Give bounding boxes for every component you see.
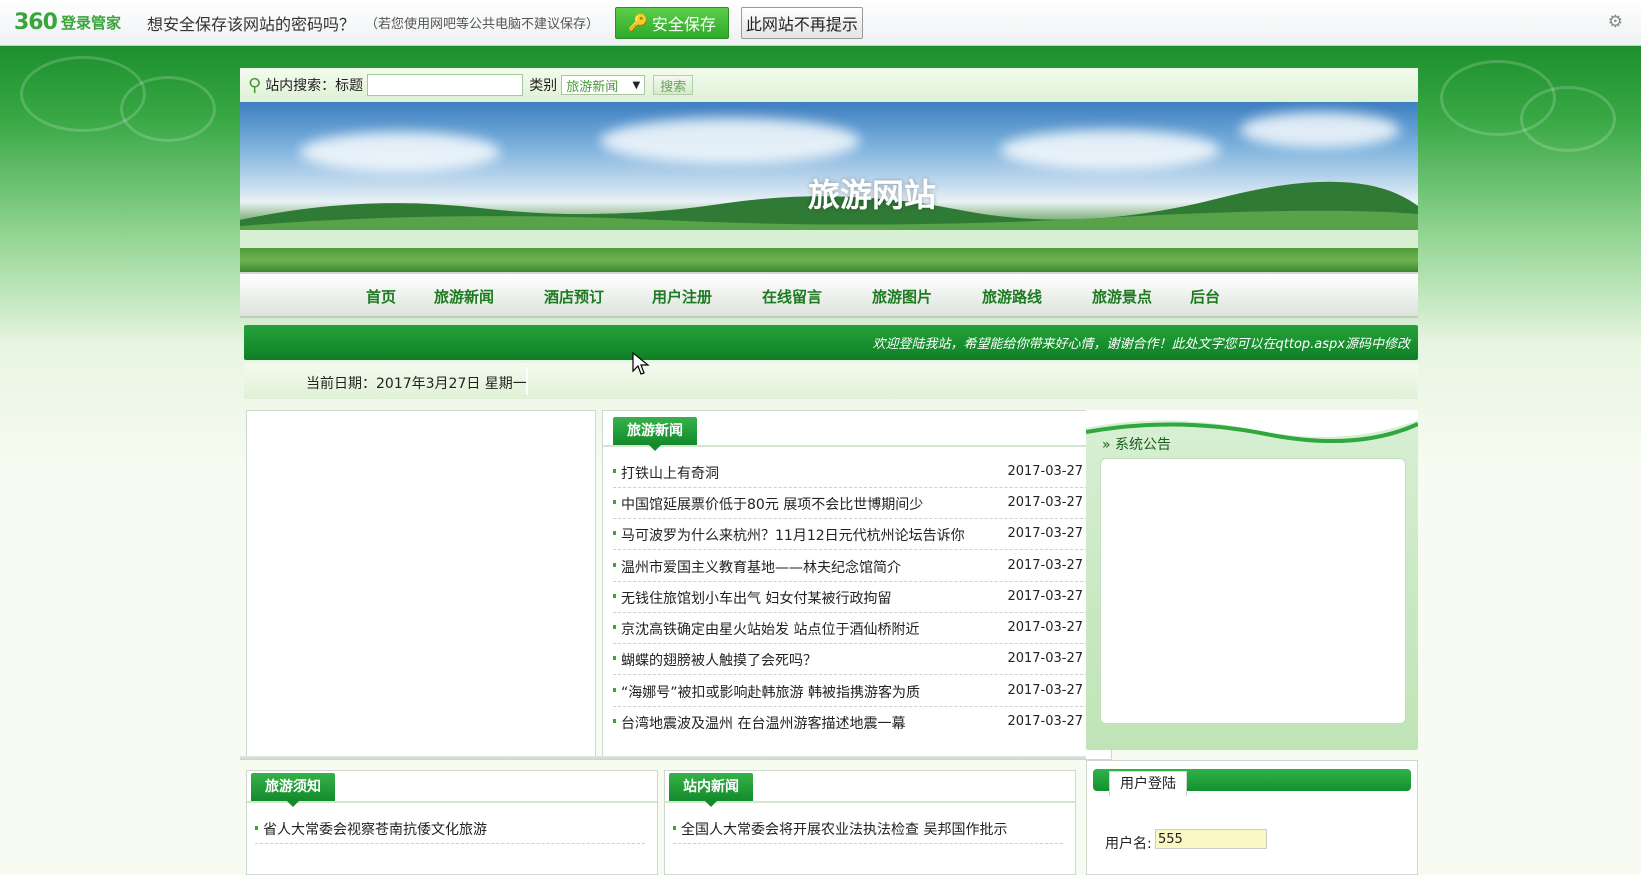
site-container: ⚲ 站内搜索：标题 类别 旅游新闻 ▼ 搜索 旅游网站 首页 旅游新闻 酒店预订… — [240, 68, 1418, 875]
news-date: 2017-03-27 — [1007, 651, 1083, 666]
image-slider-panel — [246, 410, 596, 760]
news-title: 无钱住旅馆划小车出气 妇女付某被行政拘留 — [621, 591, 892, 607]
key-icon: 🔑 — [627, 13, 648, 32]
login-tab: 用户登陆 — [1109, 771, 1187, 796]
search-label: 站内搜索：标题 — [265, 78, 364, 94]
nav-hotel-booking[interactable]: 酒店预订 — [544, 286, 604, 307]
safe-save-label: 安全保存 — [651, 14, 716, 34]
save-hint: （若您使用网吧等公共电脑不建议保存） — [364, 17, 599, 32]
site-search-bar: ⚲ 站内搜索：标题 类别 旅游新闻 ▼ 搜索 — [240, 68, 1418, 102]
notice-title: » 系统公告 — [1102, 437, 1172, 453]
news-date: 2017-03-27 — [1007, 589, 1083, 604]
travel-notes-tab[interactable]: 旅游须知 — [251, 773, 335, 807]
travel-news-tab[interactable]: 旅游新闻 — [613, 417, 697, 451]
travel-news-panel: 旅游新闻 打铁山上有奇洞 2017-03-27 中国馆延展票价低于80元 展项不会… — [602, 410, 1112, 760]
nav-attractions[interactable]: 旅游景点 — [1092, 286, 1152, 307]
news-item[interactable]: 中国馆延展票价低于80元 展项不会比世博期间少 2017-03-27 — [613, 488, 1093, 519]
marquee-text: 欢迎登陆我站，希望能给你带来好心情，谢谢合作！此处文字您可以在qttop.asp… — [872, 337, 1410, 352]
tab-underline — [247, 801, 657, 803]
date-bar: 当前日期：2017年3月27日 星期一 — [244, 363, 1418, 399]
news-title: 京沈高铁确定由星火站始发 站点位于酒仙桥附近 — [621, 622, 920, 638]
never-remind-button[interactable]: 此网站不再提示 — [740, 6, 863, 39]
date-separator — [526, 367, 528, 395]
news-date: 2017-03-27 — [1007, 714, 1083, 729]
news-title: 打铁山上有奇洞 — [621, 466, 719, 482]
news-item[interactable]: 京沈高铁确定由星火站始发 站点位于酒仙桥附近 2017-03-27 — [613, 613, 1093, 644]
news-date: 2017-03-27 — [1007, 495, 1083, 510]
password-save-bar: 360 登录管家 想安全保存该网站的密码吗？ （若您使用网吧等公共电脑不建议保存… — [0, 0, 1641, 46]
magnifier-icon: ⚲ — [248, 74, 262, 96]
mouse-cursor-icon — [632, 352, 650, 375]
news-item[interactable]: 马可波罗为什么来杭州？11月12日元代杭州论坛告诉你 2017-03-27 — [613, 519, 1093, 550]
news-date: 2017-03-27 — [1007, 620, 1083, 635]
news-date: 2017-03-27 — [1007, 558, 1083, 573]
site-news-panel: 站内新闻 全国人大常委会将开展农业法执法检查 吴邦国作批示 — [664, 770, 1076, 875]
search-title-input[interactable] — [367, 74, 524, 96]
news-title: 台湾地震波及温州 在台温州游客描述地震一幕 — [621, 716, 906, 732]
search-button[interactable]: 搜索 — [653, 75, 694, 95]
notice-content — [1100, 458, 1406, 724]
360-logo: 360 — [14, 10, 58, 35]
nav-user-register[interactable]: 用户注册 — [652, 286, 712, 307]
news-title: “海娜号”被扣或影响赴韩旅游 韩被指携游客为质 — [621, 685, 920, 701]
main-nav: 首页 旅游新闻 酒店预订 用户注册 在线留言 旅游图片 旅游路线 旅游景点 后台 — [240, 272, 1418, 318]
news-title: 蝴蝶的翅膀被人触摸了会死吗？ — [621, 653, 817, 669]
news-item[interactable]: 无钱住旅馆划小车出气 妇女付某被行政拘留 2017-03-27 — [613, 582, 1093, 613]
gear-icon[interactable]: ⚙ — [1608, 12, 1623, 32]
list-item-title: 全国人大常委会将开展农业法执法检查 吴邦国作批示 — [681, 822, 1008, 838]
save-question: 想安全保存该网站的密码吗？ — [146, 14, 355, 34]
username-input[interactable]: 555 — [1155, 829, 1267, 849]
welcome-marquee: 欢迎登陆我站，希望能给你带来好心情，谢谢合作！此处文字您可以在qttop.asp… — [244, 325, 1418, 360]
category-label: 类别 — [529, 78, 558, 94]
tab-underline — [665, 801, 1075, 803]
travel-notes-panel: 旅游须知 省人大常委会视察苍南抗倭文化旅游 — [246, 770, 658, 875]
nav-travel-routes[interactable]: 旅游路线 — [982, 286, 1042, 307]
news-date: 2017-03-27 — [1007, 683, 1083, 698]
safe-save-button[interactable]: 🔑 安全保存 — [614, 6, 729, 39]
category-select[interactable]: 旅游新闻 ▼ — [561, 75, 646, 95]
logo-subtitle: 登录管家 — [60, 14, 121, 32]
nav-guestbook[interactable]: 在线留言 — [762, 286, 822, 307]
section-divider — [240, 756, 1086, 760]
news-date: 2017-03-27 — [1007, 464, 1083, 479]
news-date: 2017-03-27 — [1007, 526, 1083, 541]
site-banner: 旅游网站 — [240, 102, 1418, 230]
banner-grass-strip — [240, 230, 1418, 272]
news-item[interactable]: 蝴蝶的翅膀被人触摸了会死吗？ 2017-03-27 — [613, 644, 1093, 675]
site-news-tab[interactable]: 站内新闻 — [669, 773, 753, 807]
nav-home[interactable]: 首页 — [366, 286, 396, 307]
username-label: 用户名: — [1105, 836, 1152, 852]
user-login-panel: 用户登陆 用户名: 555 — [1086, 760, 1418, 875]
news-title: 中国馆延展票价低于80元 展项不会比世博期间少 — [621, 497, 924, 513]
news-item[interactable]: 打铁山上有奇洞 2017-03-27 — [613, 457, 1093, 488]
list-item[interactable]: 全国人大常委会将开展农业法执法检查 吴邦国作批示 — [673, 815, 1063, 844]
nav-admin[interactable]: 后台 — [1190, 286, 1220, 307]
news-item[interactable]: “海娜号”被扣或影响赴韩旅游 韩被指携游客为质 2017-03-27 — [613, 676, 1093, 707]
news-title: 马可波罗为什么来杭州？11月12日元代杭州论坛告诉你 — [621, 528, 965, 544]
chevron-down-icon: ▼ — [632, 79, 641, 91]
news-title: 温州市爱国主义教育基地——林夫纪念馆简介 — [621, 560, 901, 576]
system-notice-panel: » 系统公告 — [1086, 410, 1418, 750]
news-item[interactable]: 温州市爱国主义教育基地——林夫纪念馆简介 2017-03-27 — [613, 551, 1093, 582]
nav-travel-news[interactable]: 旅游新闻 — [434, 286, 494, 307]
nav-travel-photos[interactable]: 旅游图片 — [872, 286, 932, 307]
list-item[interactable]: 省人大常委会视察苍南抗倭文化旅游 — [255, 815, 645, 844]
category-selected: 旅游新闻 — [566, 79, 619, 95]
current-date: 当前日期：2017年3月27日 星期一 — [306, 376, 527, 392]
list-item-title: 省人大常委会视察苍南抗倭文化旅游 — [263, 822, 487, 838]
banner-title: 旅游网站 — [808, 176, 937, 214]
tab-underline — [603, 445, 1111, 447]
news-item[interactable]: 台湾地震波及温州 在台温州游客描述地震一幕 2017-03-27 — [613, 707, 1093, 737]
